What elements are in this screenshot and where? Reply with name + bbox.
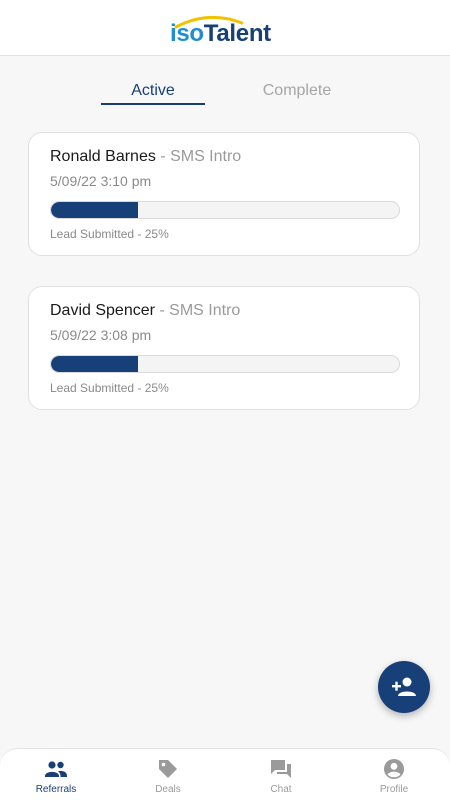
logo-iso-text: iso — [170, 20, 204, 47]
tab-active[interactable]: Active — [101, 82, 205, 105]
referral-progress-bar — [50, 355, 400, 373]
tab-complete[interactable]: Complete — [245, 82, 349, 100]
referral-separator: - — [155, 148, 171, 165]
nav-item-profile[interactable]: Profile — [338, 749, 450, 801]
logo-talent-text: Talent — [203, 20, 271, 47]
referral-separator: - — [154, 302, 170, 319]
nav-label-deals: Deals — [155, 784, 181, 795]
add-person-icon — [392, 677, 416, 696]
tab-complete-label: Complete — [262, 82, 332, 99]
app-header: isoTalent — [0, 0, 450, 56]
nav-item-referrals[interactable]: Referrals — [0, 749, 112, 801]
bottom-navigation: Referrals Deals Chat Profile — [0, 748, 450, 801]
tab-active-label: Active — [131, 82, 175, 99]
referral-date: 5/09/22 3:08 pm — [50, 327, 152, 343]
referral-tabs: Active Complete — [0, 78, 450, 108]
add-referral-button[interactable] — [378, 661, 430, 713]
tab-active-indicator — [101, 103, 205, 105]
referral-name: Ronald Barnes — [50, 148, 156, 165]
nav-label-chat: Chat — [270, 784, 292, 795]
nav-item-deals[interactable]: Deals — [112, 749, 224, 801]
tag-icon — [159, 760, 177, 778]
isotalent-logo: isoTalent — [170, 14, 290, 48]
nav-label-profile: Profile — [379, 784, 409, 795]
referral-title: David Spencer - SMS Intro — [50, 302, 240, 320]
referral-card[interactable]: Ronald Barnes - SMS Intro 5/09/22 3:10 p… — [28, 132, 420, 256]
referral-card[interactable]: David Spencer - SMS Intro 5/09/22 3:08 p… — [28, 286, 420, 410]
referral-status: Lead Submitted - 25% — [50, 227, 169, 241]
nav-label-referrals: Referrals — [35, 784, 77, 795]
nav-item-chat[interactable]: Chat — [225, 749, 337, 801]
referral-type: SMS Intro — [170, 148, 242, 165]
referral-progress-fill — [51, 356, 138, 372]
referral-status: Lead Submitted - 25% — [50, 381, 169, 395]
referral-title: Ronald Barnes - SMS Intro — [50, 148, 241, 166]
chat-icon — [271, 760, 291, 778]
referral-name: David Spencer — [50, 302, 155, 319]
referral-progress-bar — [50, 201, 400, 219]
referral-progress-fill — [51, 202, 138, 218]
people-icon — [45, 761, 67, 777]
account-circle-icon — [384, 759, 404, 779]
referral-type: SMS Intro — [169, 302, 241, 319]
referral-date: 5/09/22 3:10 pm — [50, 173, 152, 189]
